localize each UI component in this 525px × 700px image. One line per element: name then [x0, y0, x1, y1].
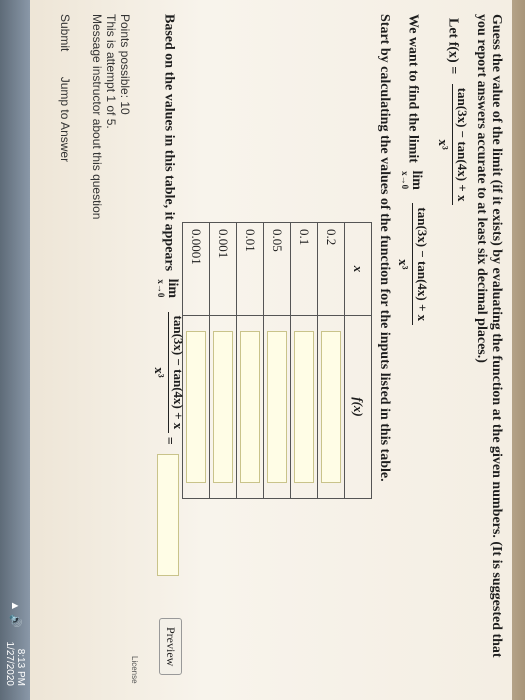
goal-denominator: x³ [396, 259, 411, 270]
network-icon[interactable]: ▲ [9, 600, 21, 611]
tray-clock[interactable]: 8:13 PM 1/27/2020 [4, 642, 26, 687]
limit-operator: lim x→0 [401, 170, 425, 189]
submit-button[interactable]: Submit [58, 14, 72, 51]
x-value: 0.001 [209, 222, 237, 316]
table-row: 0.1 [290, 222, 318, 499]
x-value: 0.0001 [182, 222, 210, 316]
photo-background: Guess the value of the limit (if it exis… [0, 0, 525, 700]
function-definition: Let f(x) = tan(3x) − tan(4x) + x x³ [435, 18, 470, 206]
table-row: 0.05 [263, 222, 291, 499]
header-fx: f(x) [344, 315, 372, 499]
table-row: 0.0001 [182, 222, 210, 499]
fx-cell [317, 315, 345, 499]
attempt-info: This is attempt 1 of 5. [104, 14, 118, 129]
taskbar: ▲ 🔊 8:13 PM 1/27/2020 [0, 0, 30, 700]
points-info: Points possible: 10 This is attempt 1 of… [90, 14, 132, 219]
x-value: 0.2 [317, 222, 345, 316]
fx-cell [290, 315, 318, 499]
jump-to-answer-button[interactable]: Jump to Answer [58, 77, 72, 162]
result-statement: Based on the values in this table, it ap… [151, 14, 186, 577]
answer-input-1[interactable] [321, 331, 341, 483]
action-row: Submit Jump to Answer [58, 14, 72, 184]
x-value: 0.05 [263, 222, 291, 316]
license-link[interactable]: License [130, 656, 139, 684]
let-label: Let f(x) = [445, 18, 461, 75]
message-instructor-link[interactable]: Message instructor about this question [90, 14, 104, 219]
answer-input-4[interactable] [240, 331, 260, 483]
fx-cell [182, 315, 210, 499]
lim-subscript: x→0 [400, 171, 411, 190]
lim-word: lim [409, 170, 425, 190]
tray-icons: ▲ 🔊 [9, 600, 22, 628]
function-numerator: tan(3x) − tan(4x) + x [452, 83, 470, 206]
monitor-screen: Guess the value of the limit (if it exis… [0, 0, 512, 700]
goal-numerator: tan(3x) − tan(4x) + x [412, 203, 430, 326]
fx-cell [236, 315, 264, 499]
equals-sign: = [161, 436, 177, 445]
table-instructions: Start by calculating the values of the f… [377, 14, 392, 482]
answer-input-6[interactable] [186, 331, 206, 483]
x-value: 0.1 [290, 222, 318, 316]
goal-fraction: tan(3x) − tan(4x) + x x³ [395, 203, 430, 326]
table-header-row: x f(x) [344, 222, 372, 499]
result-lim-subscript: x→0 [156, 279, 167, 298]
table-row: 0.01 [236, 222, 264, 499]
clock-time: 8:13 PM [15, 648, 26, 686]
fx-cell [263, 315, 291, 499]
result-text: Based on the values in this table, it ap… [161, 14, 177, 272]
result-limit-operator: lim x→0 [157, 279, 181, 298]
table-row: 0.001 [209, 222, 237, 499]
values-table: x f(x) 0.2 0.1 0.05 0.01 0.001 0.0001 [182, 222, 372, 499]
fx-cell [209, 315, 237, 499]
x-value: 0.01 [236, 222, 264, 316]
result-denominator: x³ [152, 367, 167, 378]
preview-button[interactable]: Preview [159, 618, 182, 676]
function-fraction: tan(3x) − tan(4x) + x x³ [435, 83, 470, 206]
clock-date: 1/27/2020 [4, 641, 15, 687]
question-intro: Guess the value of the limit (if it exis… [474, 14, 504, 658]
goal-label: We want to find the limit [405, 14, 421, 163]
limit-answer-input[interactable] [157, 454, 180, 577]
answer-input-3[interactable] [267, 331, 287, 483]
result-lim-word: lim [165, 278, 181, 299]
points-possible: Points possible: 10 [118, 14, 132, 115]
table-row: 0.2 [317, 222, 345, 499]
volume-icon[interactable]: 🔊 [9, 614, 21, 628]
answer-input-5[interactable] [213, 331, 233, 483]
header-x: x [344, 222, 372, 316]
goal-statement: We want to find the limit lim x→0 tan(3x… [395, 14, 430, 326]
result-fraction: tan(3x) − tan(4x) + x x³ [151, 311, 186, 434]
function-denominator: x³ [436, 139, 451, 150]
result-numerator: tan(3x) − tan(4x) + x [168, 311, 186, 434]
answer-input-2[interactable] [294, 331, 314, 483]
